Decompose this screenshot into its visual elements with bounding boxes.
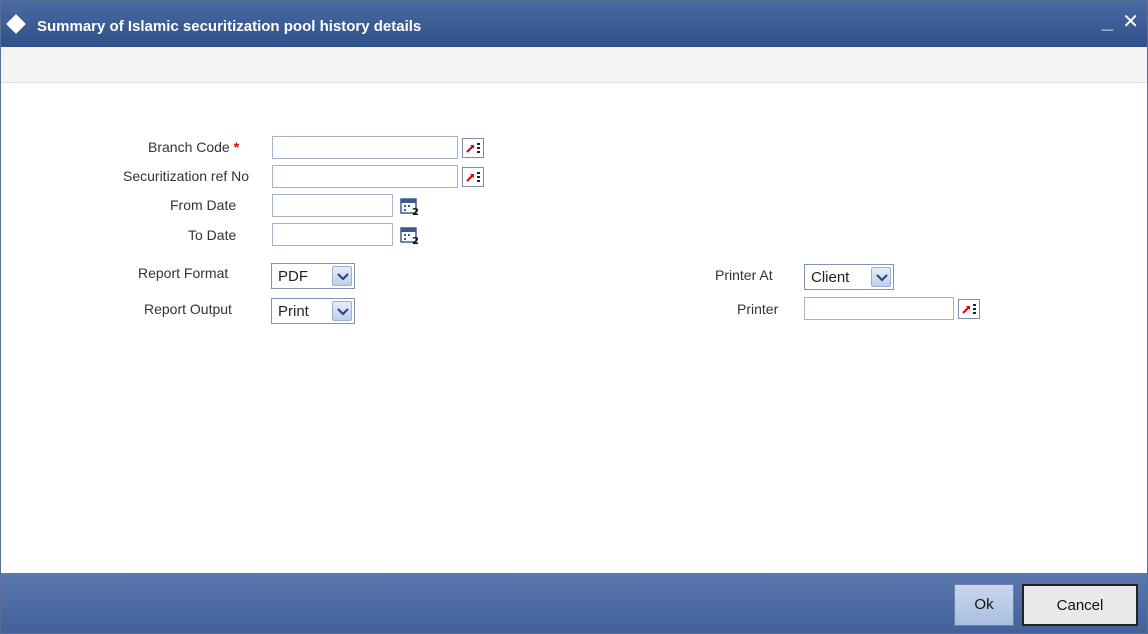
to-date-input[interactable] <box>272 223 393 246</box>
securitization-ref-label: Securitization ref No <box>123 168 250 184</box>
printer-at-select[interactable]: Client <box>804 264 894 290</box>
report-output-select[interactable]: Print <box>271 298 355 324</box>
minimize-button[interactable]: _ <box>1102 11 1113 33</box>
securitization-ref-input[interactable] <box>272 165 458 188</box>
report-output-label: Report Output <box>144 301 232 317</box>
from-date-calendar-button[interactable]: 2 <box>399 195 421 218</box>
calendar-icon: 2 <box>400 198 419 218</box>
printer-label: Printer <box>737 301 779 317</box>
chevron-down-icon <box>332 301 352 321</box>
list-of-values-icon <box>466 172 480 182</box>
printer-at-value: Client <box>811 269 850 286</box>
printer-at-label: Printer At <box>715 267 773 283</box>
securitization-ref-lov-button[interactable] <box>462 167 484 187</box>
calendar-icon: 2 <box>400 227 419 247</box>
chevron-down-icon <box>871 267 891 287</box>
dialog-window: Summary of Islamic securitization pool h… <box>0 0 1148 634</box>
to-date-label: To Date <box>188 227 237 243</box>
to-date-calendar-button[interactable]: 2 <box>399 224 421 247</box>
branch-code-label: Branch Code * <box>148 139 240 155</box>
printer-lov-button[interactable] <box>958 299 980 319</box>
chevron-down-icon <box>332 266 352 286</box>
from-date-input[interactable] <box>272 194 393 217</box>
list-of-values-icon <box>466 143 480 153</box>
report-format-value: PDF <box>278 268 308 285</box>
branch-code-input[interactable] <box>272 136 458 159</box>
cancel-button[interactable]: Cancel <box>1022 584 1138 626</box>
report-format-select[interactable]: PDF <box>271 263 355 289</box>
report-format-label: Report Format <box>138 265 229 281</box>
close-button[interactable]: ✕ <box>1122 11 1139 33</box>
toolbar-strip <box>1 47 1147 83</box>
required-marker: * <box>233 139 240 155</box>
svg-text:2: 2 <box>412 207 419 217</box>
from-date-label: From Date <box>170 197 237 213</box>
title-bar: Summary of Islamic securitization pool h… <box>1 1 1147 47</box>
printer-input[interactable] <box>804 297 954 320</box>
ok-button[interactable]: Ok <box>954 584 1014 626</box>
window-title: Summary of Islamic securitization pool h… <box>37 18 422 35</box>
svg-text:2: 2 <box>412 236 419 246</box>
branch-code-lov-button[interactable] <box>462 138 484 158</box>
list-of-values-icon <box>962 304 976 314</box>
diamond-icon <box>6 14 26 34</box>
report-output-value: Print <box>278 303 309 320</box>
